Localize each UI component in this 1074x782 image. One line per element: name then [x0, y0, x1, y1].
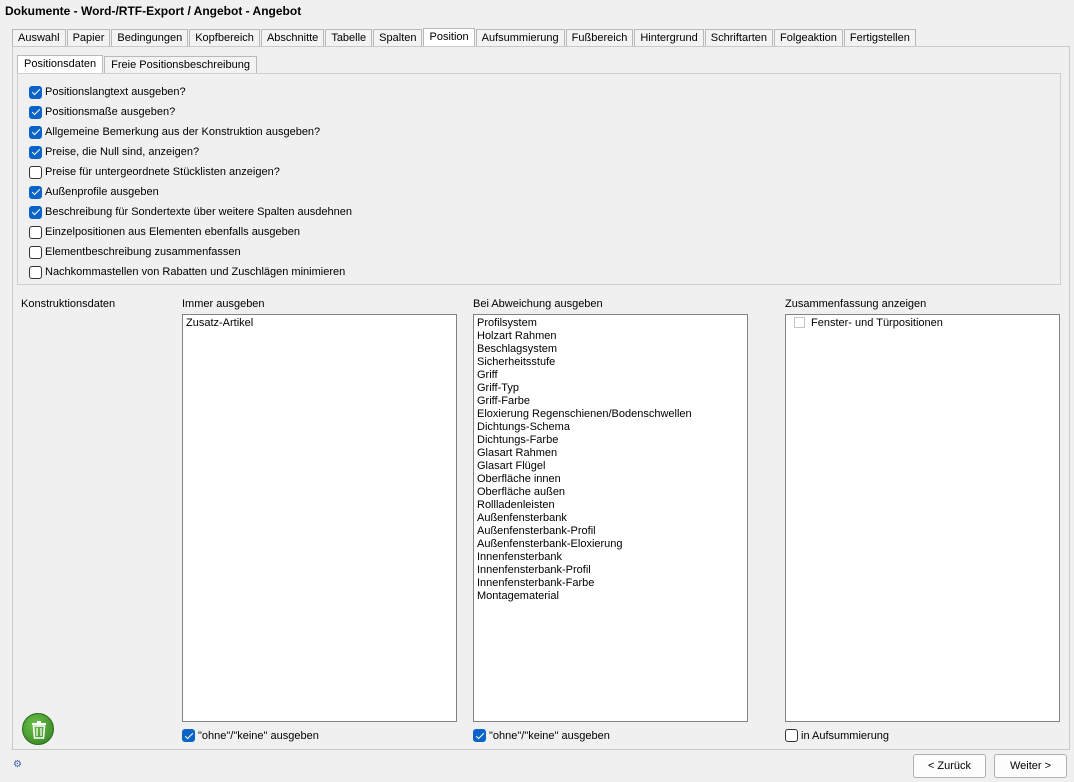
- abweichung-ohne-keine-label: "ohne"/"keine" ausgeben: [489, 729, 610, 742]
- trash-icon[interactable]: [22, 713, 54, 745]
- option-checkbox[interactable]: [29, 105, 42, 119]
- list-item[interactable]: Montagematerial: [477, 590, 744, 603]
- option-checkbox[interactable]: [29, 185, 42, 199]
- option-checkbox[interactable]: [29, 225, 42, 239]
- abweichung-header: Bei Abweichung ausgeben: [473, 298, 603, 310]
- option-row[interactable]: Allgemeine Bemerkung aus der Konstruktio…: [29, 122, 352, 142]
- subtab-positionsdaten[interactable]: Positionsdaten: [17, 55, 104, 75]
- list-item[interactable]: Rollladenleisten: [477, 499, 744, 512]
- immer-ohne-keine-option[interactable]: "ohne"/"keine" ausgeben: [182, 729, 319, 742]
- sub-tab-bar: Positionsdaten Freie Positionsbeschreibun…: [17, 55, 258, 75]
- window-title: Dokumente - Word-/RTF-Export / Angebot -…: [5, 4, 302, 18]
- list-item[interactable]: Griff-Typ: [477, 382, 744, 395]
- option-label: Positionslangtext ausgeben?: [45, 86, 186, 98]
- option-row[interactable]: Preise, die Null sind, anzeigen?: [29, 142, 352, 162]
- list-item[interactable]: Innenfensterbank-Farbe: [477, 577, 744, 590]
- list-item[interactable]: Sicherheitsstufe: [477, 356, 744, 369]
- main-tab-bar: Auswahl Papier Bedingungen Kopfbereich Absch…: [12, 28, 1070, 48]
- option-checkbox[interactable]: [29, 145, 42, 159]
- list-item[interactable]: Griff-Farbe: [477, 395, 744, 408]
- list-item-checkbox[interactable]: [794, 317, 805, 328]
- option-label: Preise für untergeordnete Stücklisten an…: [45, 166, 280, 178]
- option-label: Preise, die Null sind, anzeigen?: [45, 146, 200, 158]
- list-item[interactable]: Eloxierung Regenschienen/Bodenschwellen: [477, 408, 744, 421]
- tab-fertigstellen[interactable]: Fertigstellen: [843, 29, 916, 47]
- zusammenfassung-header: Zusammenfassung anzeigen: [785, 298, 927, 310]
- immer-ausgeben-header: Immer ausgeben: [182, 298, 265, 310]
- tab-bedingungen[interactable]: Bedingungen: [111, 29, 189, 47]
- option-checkbox[interactable]: [29, 245, 42, 259]
- zusammenfassung-list[interactable]: Fenster- und Türpositionen: [785, 314, 1060, 722]
- immer-ohne-keine-label: "ohne"/"keine" ausgeben: [198, 729, 319, 742]
- tab-aufsummierung[interactable]: Aufsummierung: [475, 29, 565, 47]
- list-item[interactable]: Oberfläche innen: [477, 473, 744, 486]
- tab-schriftarten[interactable]: Schriftarten: [704, 29, 774, 47]
- in-aufsummierung-option[interactable]: in Aufsummierung: [785, 729, 889, 742]
- option-checkbox[interactable]: [29, 205, 42, 219]
- list-item-label: Fenster- und Türpositionen: [811, 317, 943, 329]
- list-item[interactable]: Zusatz-Artikel: [186, 317, 453, 330]
- list-item[interactable]: Profilsystem: [477, 317, 744, 330]
- in-aufsummierung-label: in Aufsummierung: [801, 729, 890, 742]
- option-row[interactable]: Nachkommastellen von Rabatten und Zuschl…: [29, 262, 352, 282]
- option-row[interactable]: Einzelpositionen aus Elementen ebenfalls…: [29, 222, 352, 242]
- option-label: Außenprofile ausgeben: [45, 186, 159, 198]
- tab-spalten[interactable]: Spalten: [373, 29, 423, 47]
- subtab-freie-positionsbeschreibung[interactable]: Freie Positionsbeschreibung: [104, 56, 257, 74]
- list-item[interactable]: Holzart Rahmen: [477, 330, 744, 343]
- options-list: Positionslangtext ausgeben? Positionsmaße…: [29, 82, 352, 282]
- list-item[interactable]: Oberfläche außen: [477, 486, 744, 499]
- option-label: Beschreibung für Sondertexte über weiter…: [45, 206, 352, 218]
- tab-abschnitte[interactable]: Abschnitte: [260, 29, 325, 47]
- option-row[interactable]: Außenprofile ausgeben: [29, 182, 352, 202]
- list-item[interactable]: Griff: [477, 369, 744, 382]
- konstruktionsdaten-label: Konstruktionsdaten: [21, 298, 116, 310]
- trash-glyph: [32, 721, 46, 739]
- immer-ausgeben-list[interactable]: Zusatz-Artikel: [182, 314, 457, 722]
- back-button[interactable]: < Zurück: [913, 754, 986, 778]
- tab-kopfbereich[interactable]: Kopfbereich: [189, 29, 260, 47]
- abweichung-ohne-keine-checkbox[interactable]: [473, 729, 486, 742]
- next-button[interactable]: Weiter >: [994, 754, 1067, 778]
- list-item[interactable]: Dichtungs-Farbe: [477, 434, 744, 447]
- tab-hintergrund[interactable]: Hintergrund: [634, 29, 704, 47]
- tab-auswahl[interactable]: Auswahl: [12, 29, 66, 47]
- list-item[interactable]: Außenfensterbank-Profil: [477, 525, 744, 538]
- tab-fussbereich[interactable]: Fußbereich: [565, 29, 634, 47]
- in-aufsummierung-checkbox[interactable]: [785, 729, 798, 742]
- list-item[interactable]: Beschlagsystem: [477, 343, 744, 356]
- option-checkbox[interactable]: [29, 265, 42, 279]
- option-row[interactable]: Beschreibung für Sondertexte über weiter…: [29, 202, 352, 222]
- option-label: Nachkommastellen von Rabatten und Zuschl…: [45, 266, 346, 278]
- option-row[interactable]: Positionslangtext ausgeben?: [29, 82, 352, 102]
- list-item[interactable]: Glasart Flügel: [477, 460, 744, 473]
- list-item[interactable]: Fenster- und Türpositionen: [789, 317, 1056, 330]
- list-item[interactable]: Außenfensterbank-Eloxierung: [477, 538, 744, 551]
- abweichung-list[interactable]: Profilsystem Holzart Rahmen Beschlagsystem…: [473, 314, 748, 722]
- option-checkbox[interactable]: [29, 125, 42, 139]
- immer-ohne-keine-checkbox[interactable]: [182, 729, 195, 742]
- list-item[interactable]: Außenfensterbank: [477, 512, 744, 525]
- option-label: Positionsmaße ausgeben?: [45, 106, 176, 118]
- option-row[interactable]: Elementbeschreibung zusammenfassen: [29, 242, 352, 262]
- abweichung-ohne-keine-option[interactable]: "ohne"/"keine" ausgeben: [473, 729, 610, 742]
- option-row[interactable]: Positionsmaße ausgeben?: [29, 102, 352, 122]
- option-label: Einzelpositionen aus Elementen ebenfalls…: [45, 226, 301, 238]
- app-icon: ⚙: [13, 759, 22, 770]
- list-item[interactable]: Innenfensterbank: [477, 551, 744, 564]
- option-label: Elementbeschreibung zusammenfassen: [45, 246, 241, 258]
- option-row[interactable]: Preise für untergeordnete Stücklisten an…: [29, 162, 352, 182]
- option-checkbox[interactable]: [29, 165, 42, 179]
- list-item[interactable]: Innenfensterbank-Profil: [477, 564, 744, 577]
- option-checkbox[interactable]: [29, 85, 42, 99]
- tab-folgeaktion[interactable]: Folgeaktion: [774, 29, 843, 47]
- list-item[interactable]: Dichtungs-Schema: [477, 421, 744, 434]
- tab-position[interactable]: Position: [423, 28, 475, 48]
- list-item[interactable]: Glasart Rahmen: [477, 447, 744, 460]
- tab-papier[interactable]: Papier: [66, 29, 111, 47]
- tab-tabelle[interactable]: Tabelle: [325, 29, 373, 47]
- option-label: Allgemeine Bemerkung aus der Konstruktio…: [45, 126, 321, 138]
